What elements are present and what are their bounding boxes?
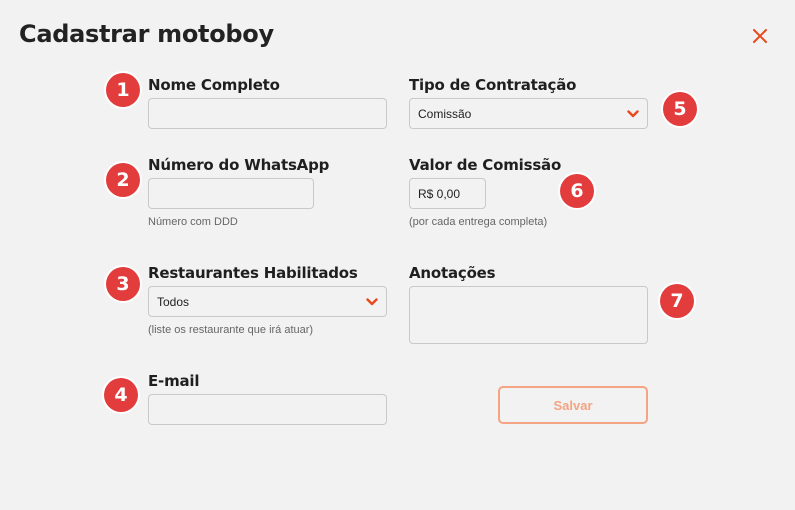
- close-icon[interactable]: [750, 26, 770, 46]
- marker-4: 4: [104, 378, 138, 412]
- tipo-selected-value: Comissão: [418, 106, 472, 121]
- email-label: E-mail: [148, 372, 200, 390]
- nome-input[interactable]: [148, 98, 387, 129]
- anotacoes-textarea[interactable]: [409, 286, 648, 344]
- page-title: Cadastrar motoboy: [19, 20, 274, 48]
- chevron-down-icon: [366, 297, 378, 305]
- comissao-label: Valor de Comissão: [409, 156, 562, 174]
- save-button[interactable]: Salvar: [498, 386, 648, 424]
- restaurantes-selected-value: Todos: [157, 294, 190, 309]
- tipo-label: Tipo de Contratação: [409, 76, 577, 94]
- email-input[interactable]: [148, 394, 387, 425]
- whatsapp-hint: Número com DDD: [148, 216, 238, 228]
- marker-3: 3: [106, 267, 140, 301]
- anotacoes-label: Anotações: [409, 264, 496, 282]
- restaurantes-label: Restaurantes Habilitados: [148, 264, 358, 282]
- marker-6: 6: [560, 174, 594, 208]
- tipo-select[interactable]: Comissão: [409, 98, 648, 129]
- whatsapp-input[interactable]: [148, 178, 314, 209]
- marker-5: 5: [663, 92, 697, 126]
- marker-1: 1: [106, 73, 140, 107]
- restaurantes-select[interactable]: Todos: [148, 286, 387, 317]
- comissao-input[interactable]: [409, 178, 486, 209]
- comissao-hint: (por cada entrega completa): [409, 216, 548, 228]
- marker-2: 2: [106, 163, 140, 197]
- whatsapp-label: Número do WhatsApp: [148, 156, 330, 174]
- restaurantes-hint: (liste os restaurante que irá atuar): [148, 324, 314, 336]
- chevron-down-icon: [627, 109, 639, 117]
- marker-7: 7: [660, 284, 694, 318]
- nome-label: Nome Completo: [148, 76, 280, 94]
